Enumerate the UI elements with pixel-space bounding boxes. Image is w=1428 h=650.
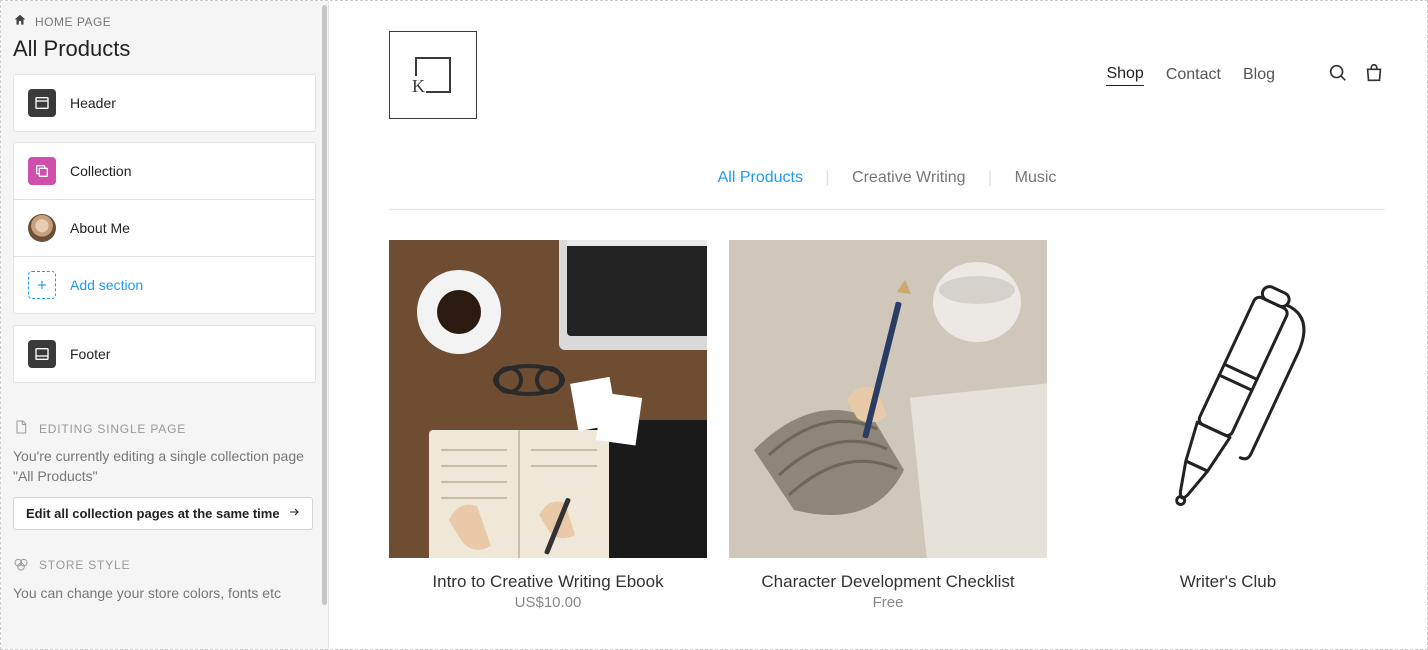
page-title: All Products [1, 36, 328, 74]
section-item-header[interactable]: Header [13, 74, 316, 132]
edit-all-pages-label: Edit all collection pages at the same ti… [26, 506, 280, 521]
nav-shop[interactable]: Shop [1106, 65, 1143, 86]
product-title: Intro to Creative Writing Ebook [389, 572, 707, 592]
bag-icon[interactable] [1363, 62, 1385, 89]
store-logo[interactable]: K [389, 31, 477, 119]
separator: | [821, 169, 833, 186]
header-icon [28, 89, 56, 117]
editor-sidebar: HOME PAGE All Products Header [1, 1, 329, 649]
footer-icon [28, 340, 56, 368]
separator: | [984, 169, 996, 186]
style-heading: STORE STYLE [13, 530, 316, 583]
nav-contact[interactable]: Contact [1166, 66, 1221, 84]
plus-icon [28, 271, 56, 299]
breadcrumb-label: HOME PAGE [35, 15, 111, 29]
product-image [389, 240, 707, 558]
editing-body: You're currently editing a single collec… [13, 446, 316, 497]
home-icon [13, 13, 27, 30]
section-item-collection[interactable]: Collection [13, 142, 316, 200]
store-preview: K Shop Contact Blog All Products | Cre [329, 1, 1427, 649]
section-item-footer[interactable]: Footer [13, 325, 316, 383]
filter-music[interactable]: Music [1001, 169, 1071, 186]
product-title: Character Development Checklist [729, 572, 1047, 592]
product-grid: Intro to Creative Writing Ebook US$10.00 [389, 240, 1385, 611]
style-body: You can change your store colors, fonts … [13, 583, 316, 613]
product-card[interactable]: Character Development Checklist Free [729, 240, 1047, 611]
palette-icon [13, 556, 29, 575]
product-image [729, 240, 1047, 558]
editing-heading: EDITING SINGLE PAGE [13, 393, 316, 446]
section-item-label: Header [70, 95, 116, 111]
section-item-label: Footer [70, 346, 110, 362]
scrollbar[interactable] [322, 5, 327, 605]
pen-icon [1118, 249, 1338, 549]
search-icon[interactable] [1327, 62, 1349, 89]
filter-all[interactable]: All Products [704, 169, 817, 186]
store-header: K Shop Contact Blog [389, 31, 1385, 169]
collection-icon [28, 157, 56, 185]
style-heading-label: STORE STYLE [39, 558, 130, 572]
product-image [1069, 240, 1387, 558]
section-item-about-me[interactable]: About Me [13, 199, 316, 257]
edit-all-pages-button[interactable]: Edit all collection pages at the same ti… [13, 497, 313, 530]
section-item-label: About Me [70, 220, 130, 236]
editing-heading-label: EDITING SINGLE PAGE [39, 422, 186, 436]
product-title: Writer's Club [1069, 572, 1387, 592]
page-icon [13, 419, 29, 438]
avatar-icon [28, 214, 56, 242]
product-price: US$10.00 [389, 594, 707, 611]
filter-creative-writing[interactable]: Creative Writing [838, 169, 980, 186]
category-filter: All Products | Creative Writing | Music [389, 169, 1385, 210]
nav-blog[interactable]: Blog [1243, 66, 1275, 84]
add-section-button[interactable]: Add section [13, 256, 316, 314]
section-item-label: Collection [70, 163, 131, 179]
section-item-label: Add section [70, 277, 143, 293]
store-nav: Shop Contact Blog [1106, 62, 1385, 89]
product-card[interactable]: Writer's Club [1069, 240, 1387, 611]
breadcrumb[interactable]: HOME PAGE [1, 1, 328, 36]
product-price: Free [729, 594, 1047, 611]
arrow-right-icon [288, 506, 300, 521]
product-card[interactable]: Intro to Creative Writing Ebook US$10.00 [389, 240, 707, 611]
